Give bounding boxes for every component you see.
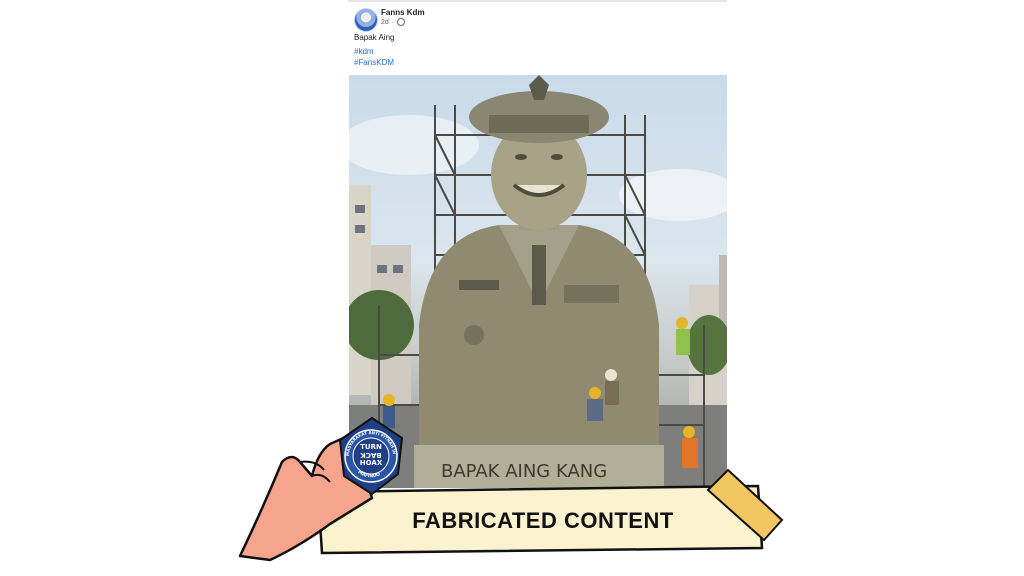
divider <box>348 0 727 2</box>
fabricated-content-label: FABRICATED CONTENT <box>412 508 674 533</box>
globe-icon <box>397 18 406 26</box>
post-time[interactable]: 2d <box>381 19 389 26</box>
hashtag-link[interactable]: #FansKDM <box>354 58 394 67</box>
hashtag-link[interactable]: #kdm <box>354 47 374 56</box>
badge-ring-text: MASYARAKAT ANTI FITNAH INDONESIA <box>0 0 397 456</box>
post-meta: 2d · <box>381 18 406 26</box>
statue-plaque-text: BAPAK AING KANG <box>441 461 607 482</box>
post-photo[interactable]: BAPAK AING KANG <box>349 75 727 488</box>
turnbackhoax-badge: TURN BACK HOAX MASYARAKAT ANTI FITNAH IN… <box>0 0 404 496</box>
post-author[interactable]: Fanns Kdm <box>381 8 425 17</box>
separator-dot: · <box>391 18 395 26</box>
statue-illustration: BAPAK AING KANG <box>349 75 727 488</box>
avatar[interactable] <box>354 8 378 32</box>
post-caption: Bapak Aing <box>354 33 395 42</box>
